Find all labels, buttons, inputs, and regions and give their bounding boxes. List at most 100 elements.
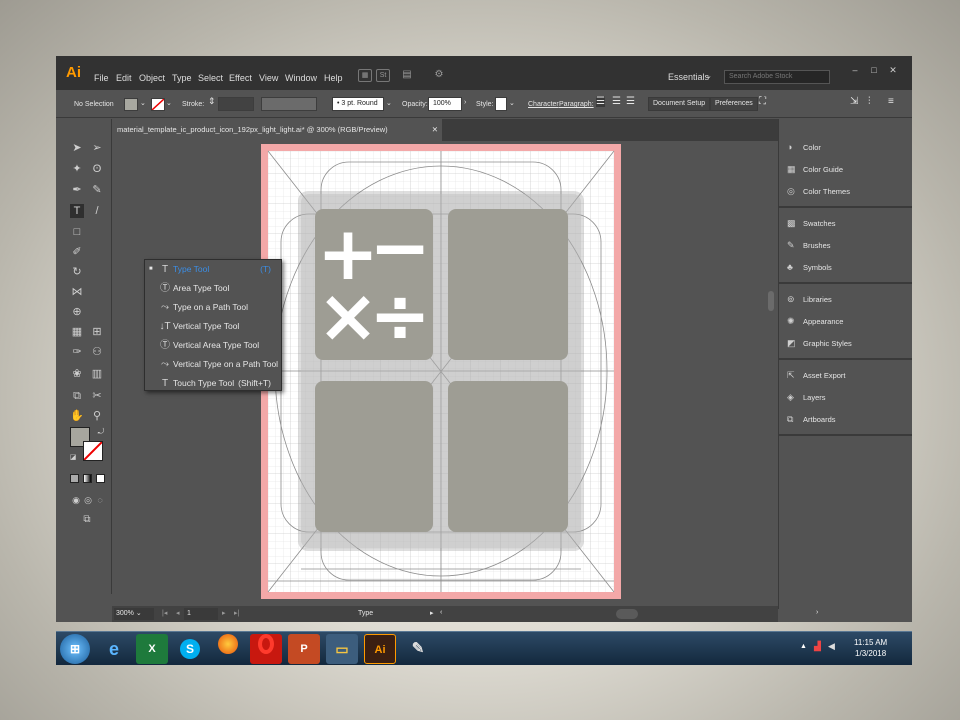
stepper-icon[interactable]: ⇕ <box>208 96 216 107</box>
paint-icon[interactable]: ✎ <box>402 634 434 664</box>
flyout-item-vertical-type-tool[interactable]: ↓T Vertical Type Tool <box>145 317 281 336</box>
menu-edit[interactable]: Edit <box>116 73 132 83</box>
chevron-down-icon[interactable]: ⌄ <box>706 72 712 80</box>
blend-tool-icon[interactable]: ⚇ <box>90 345 104 359</box>
rectangle-tool-icon[interactable]: □ <box>70 225 84 239</box>
start-button-icon[interactable]: ⊞ <box>60 634 90 664</box>
panel-color-guide[interactable]: ▦ Color Guide <box>787 161 843 177</box>
next-artboard-icon[interactable]: ▸ <box>222 609 226 617</box>
graphic-style-swatch[interactable] <box>495 97 507 111</box>
minimize-button[interactable]: – <box>848 65 862 75</box>
slice-tool-icon[interactable]: ✂ <box>90 389 104 403</box>
rotate-tool-icon[interactable]: ↻ <box>70 265 84 279</box>
stroke-swatch[interactable] <box>151 98 165 111</box>
menu-help[interactable]: Help <box>324 73 343 83</box>
search-stock-input[interactable]: Search Adobe Stock <box>724 70 830 84</box>
artboard-tool-icon[interactable]: ⧉ <box>70 389 84 403</box>
hand-tool-icon[interactable]: ✋ <box>70 409 84 423</box>
menu-file[interactable]: File <box>94 73 109 83</box>
artboard-number-select[interactable]: 1 <box>184 608 218 620</box>
menu-select[interactable]: Select <box>198 73 223 83</box>
type-tool-icon[interactable]: T <box>70 204 84 218</box>
eyedropper-tool-icon[interactable]: ✑ <box>70 345 84 359</box>
network-icon[interactable]: ▟ <box>814 641 821 652</box>
swap-colors-icon[interactable]: ⤾ <box>94 425 108 439</box>
close-tab-icon[interactable]: ✕ <box>432 119 438 141</box>
arrange-documents-icon[interactable]: ▤ <box>400 69 414 82</box>
variable-width-profile[interactable] <box>261 97 317 111</box>
scroll-right-icon[interactable]: › <box>816 609 818 616</box>
panel-appearance[interactable]: ✺ Appearance <box>787 313 843 329</box>
chevron-down-icon[interactable]: ⌄ <box>386 99 392 107</box>
status-menu-icon[interactable]: ▸ <box>430 609 434 617</box>
paragraph-link[interactable]: Paragraph: <box>559 101 594 108</box>
firefox-icon[interactable] <box>212 634 244 664</box>
align-left-icon[interactable]: ☰ <box>596 96 605 107</box>
flyout-item-type-tool[interactable]: ■ T Type Tool (T) <box>145 260 281 279</box>
menu-window[interactable]: Window <box>285 73 317 83</box>
horizontal-scrollbar-thumb[interactable] <box>616 609 638 619</box>
line-tool-icon[interactable]: / <box>90 204 104 218</box>
excel-icon[interactable]: X <box>136 634 168 664</box>
flyout-item-vertical-area-type-tool[interactable]: Ⓣ Vertical Area Type Tool <box>145 336 281 355</box>
selection-tool-icon[interactable]: ➤ <box>70 141 84 155</box>
illustrator-taskbar-icon[interactable]: Ai <box>364 634 396 664</box>
brush-definition-select[interactable]: • 3 pt. Round <box>332 97 384 111</box>
chevron-down-icon[interactable]: ⌄ <box>140 99 146 107</box>
align-icon[interactable]: ⫶ <box>868 96 871 107</box>
close-button[interactable]: ✕ <box>886 65 900 75</box>
chevron-right-icon[interactable]: › <box>464 99 466 106</box>
volume-icon[interactable]: ◀ <box>828 641 835 652</box>
menu-type[interactable]: Type <box>172 73 192 83</box>
direct-selection-tool-icon[interactable]: ➢ <box>90 141 104 155</box>
draw-inside-icon[interactable]: ◌ <box>93 493 107 507</box>
menu-view[interactable]: View <box>259 73 278 83</box>
arrange-icon[interactable]: ⛶ <box>759 96 766 107</box>
flyout-item-area-type-tool[interactable]: Ⓣ Area Type Tool <box>145 279 281 298</box>
maximize-button[interactable]: □ <box>867 65 881 75</box>
gradient-mode-icon[interactable] <box>83 474 92 483</box>
vertical-scrollbar-thumb[interactable] <box>768 291 774 311</box>
panel-artboards[interactable]: ⧉ Artboards <box>787 411 836 427</box>
panel-asset-export[interactable]: ⇱ Asset Export <box>787 367 846 383</box>
first-artboard-icon[interactable]: |◂ <box>162 609 167 617</box>
stroke-color-box[interactable] <box>83 441 103 461</box>
none-mode-icon[interactable] <box>96 474 105 483</box>
panel-color[interactable]: ◑ Color <box>787 139 821 155</box>
zoom-select[interactable]: 300% ⌄ <box>114 608 154 620</box>
magic-wand-tool-icon[interactable]: ✦ <box>70 162 84 176</box>
system-clock[interactable]: 11:15 AM 1/3/2018 <box>854 637 887 659</box>
panel-graphic-styles[interactable]: ◩ Graphic Styles <box>787 335 852 351</box>
fill-swatch[interactable] <box>124 98 138 111</box>
stock-icon[interactable]: St <box>376 69 390 82</box>
menu-effect[interactable]: Effect <box>229 73 252 83</box>
powerpoint-icon[interactable]: P <box>288 634 320 664</box>
default-colors-icon[interactable]: ◪ <box>66 451 80 465</box>
file-explorer-icon[interactable]: ▭ <box>326 634 358 664</box>
flyout-item-vertical-type-on-path-tool[interactable]: ⤳ Vertical Type on a Path Tool <box>145 355 281 374</box>
curvature-tool-icon[interactable]: ✎ <box>90 183 104 197</box>
bridge-icon[interactable]: ▦ <box>358 69 372 82</box>
align-center-icon[interactable]: ☰ <box>612 96 621 107</box>
lasso-tool-icon[interactable]: ʘ <box>90 162 104 176</box>
panel-layers[interactable]: ◈ Layers <box>787 389 826 405</box>
zoom-tool-icon[interactable]: ⚲ <box>90 409 104 423</box>
transform-icon[interactable]: ⇲ <box>850 96 858 107</box>
width-tool-icon[interactable]: ⋈ <box>70 285 84 299</box>
perspective-grid-tool-icon[interactable]: ▦ <box>70 325 84 339</box>
stroke-weight-input[interactable] <box>218 97 254 111</box>
gpu-performance-icon[interactable]: ⚙ <box>432 69 446 82</box>
mesh-tool-icon[interactable]: ⊞ <box>90 325 104 339</box>
screen-mode-icon[interactable]: ⧉ <box>80 513 94 527</box>
color-mode-icon[interactable] <box>70 474 79 483</box>
current-tool-status[interactable]: Type <box>358 610 373 617</box>
column-graph-tool-icon[interactable]: ▥ <box>90 367 104 381</box>
symbol-sprayer-tool-icon[interactable]: ❀ <box>70 367 84 381</box>
panel-menu-icon[interactable]: ≡ <box>888 96 894 107</box>
panel-swatches[interactable]: ▩ Swatches <box>787 215 836 231</box>
last-artboard-icon[interactable]: ▸| <box>234 609 239 617</box>
flyout-item-touch-type-tool[interactable]: T Touch Type Tool (Shift+T) <box>145 374 281 393</box>
panel-libraries[interactable]: ⊚ Libraries <box>787 291 832 307</box>
panel-brushes[interactable]: ✎ Brushes <box>787 237 831 253</box>
shape-builder-tool-icon[interactable]: ⊕ <box>70 305 84 319</box>
